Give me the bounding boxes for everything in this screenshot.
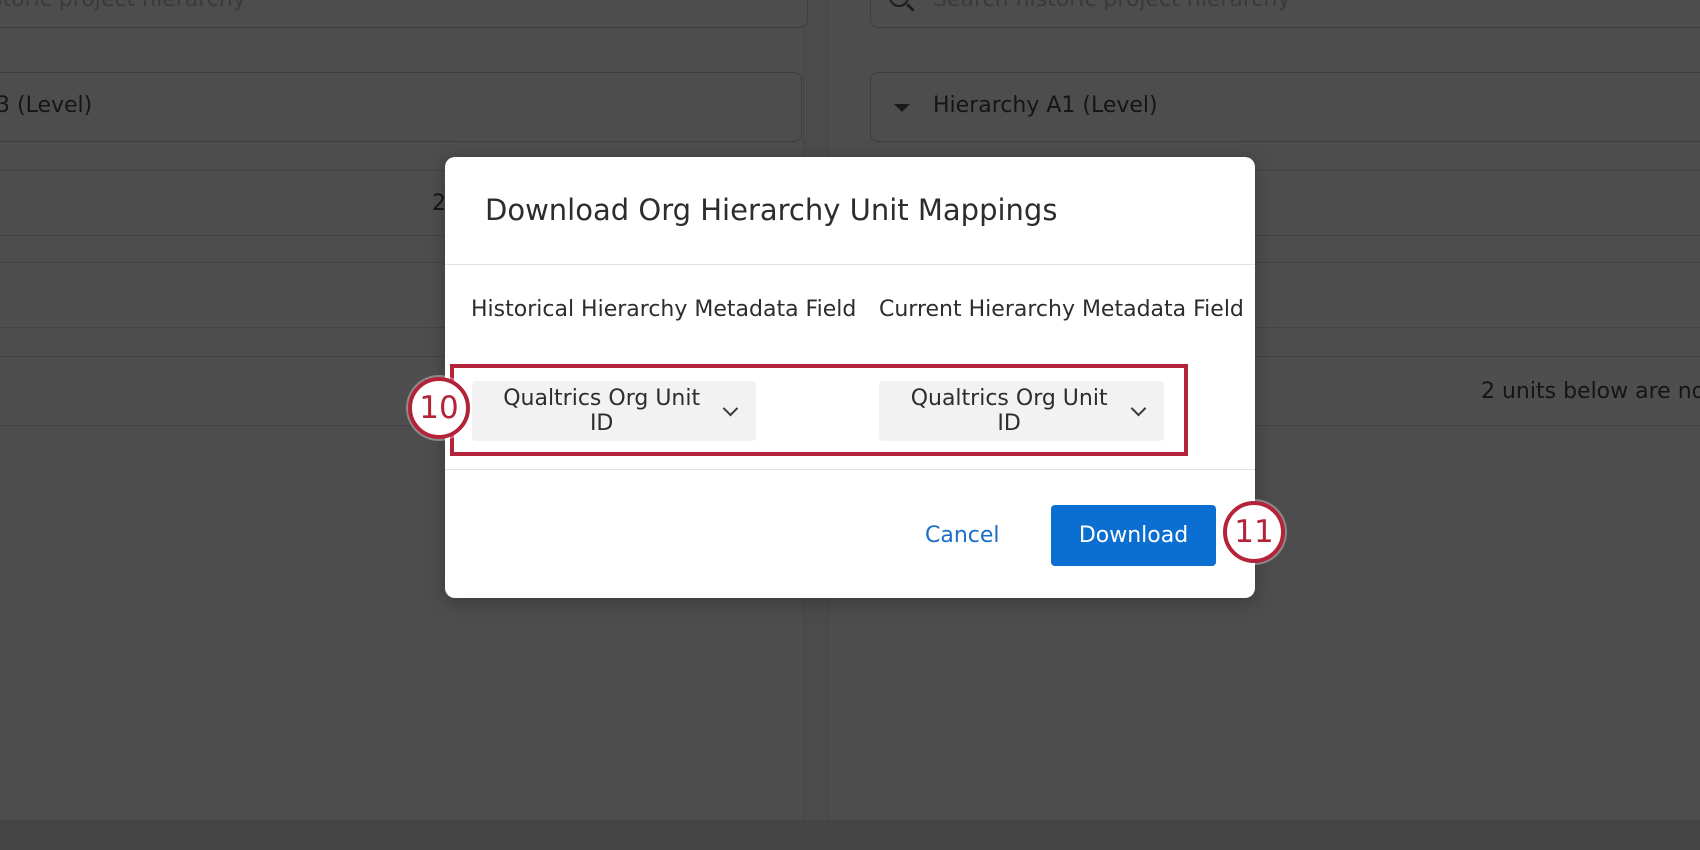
step-badge-11: 11	[1223, 501, 1285, 563]
right-status-text: 2 units below are not	[1481, 379, 1700, 404]
fields-highlight-box	[450, 364, 1188, 456]
right-level-label: Hierarchy A1 (Level)	[933, 93, 1158, 118]
search-icon	[889, 0, 909, 7]
cancel-button[interactable]: Cancel	[915, 515, 1010, 556]
right-search-box[interactable]: Search historic project hierarchy	[870, 0, 1700, 28]
left-search-box[interactable]: storic project hierarchy	[0, 0, 808, 28]
caret-down-icon	[894, 104, 910, 112]
footer-divider	[445, 469, 1255, 470]
dialog-title: Download Org Hierarchy Unit Mappings	[485, 193, 1058, 227]
page-footer	[0, 820, 1700, 850]
left-level-dropdown[interactable]: 3 (Level)	[0, 72, 802, 142]
historical-field-label: Historical Hierarchy Metadata Field	[471, 297, 857, 322]
step-badge-10: 10	[408, 377, 470, 439]
download-button[interactable]: Download	[1051, 505, 1216, 566]
left-level-label: 3 (Level)	[0, 93, 93, 118]
header-divider	[445, 264, 1255, 265]
right-level-dropdown[interactable]: Hierarchy A1 (Level)	[870, 72, 1700, 142]
left-search-placeholder: storic project hierarchy	[0, 0, 246, 12]
current-field-label: Current Hierarchy Metadata Field	[879, 297, 1244, 322]
right-search-placeholder: Search historic project hierarchy	[933, 0, 1291, 12]
left-row-fragment: 2	[432, 191, 446, 216]
